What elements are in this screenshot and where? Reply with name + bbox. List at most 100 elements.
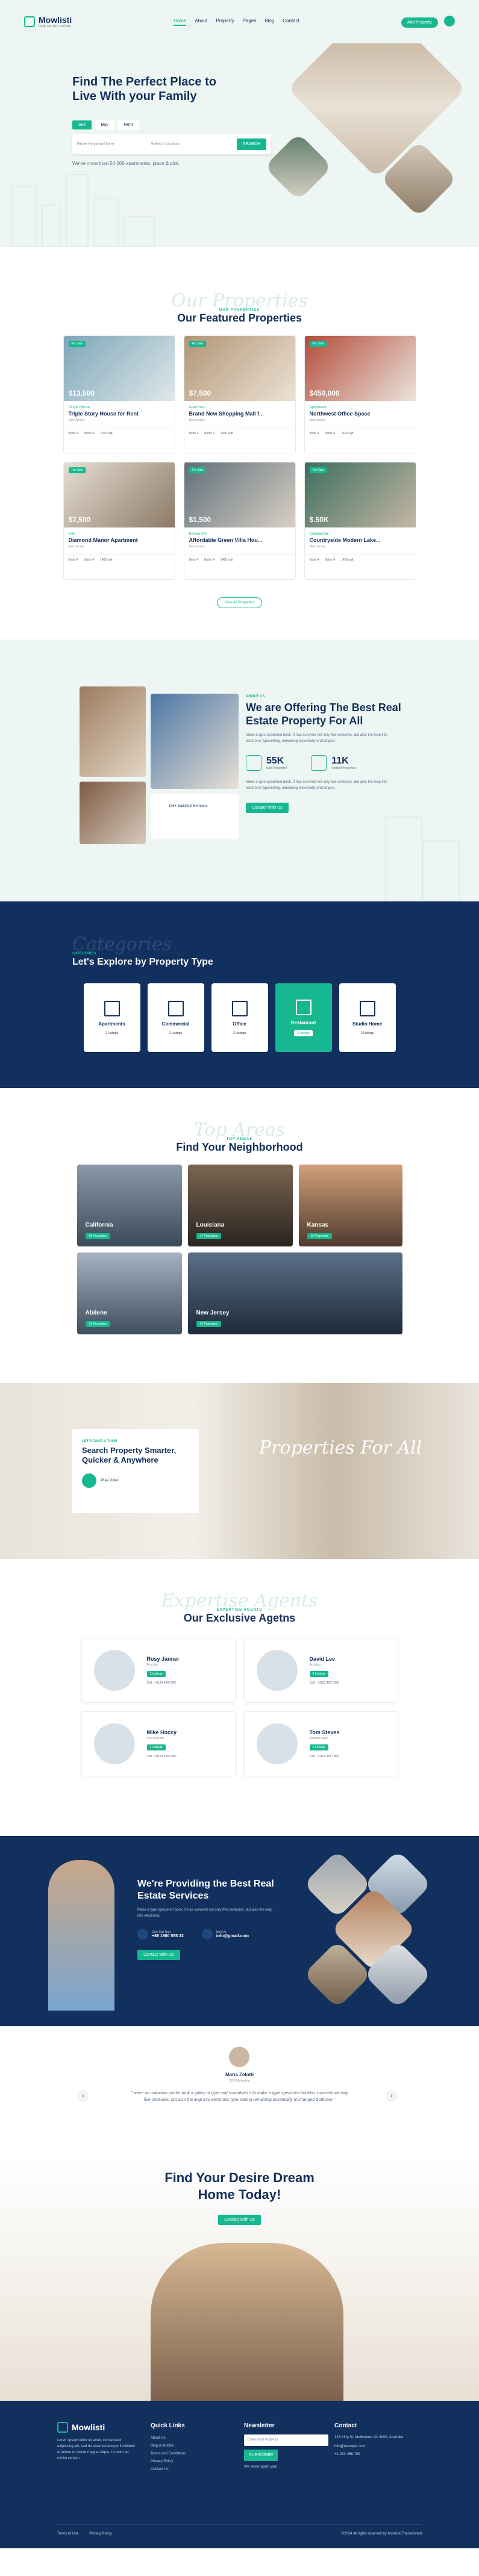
house-icon xyxy=(24,16,35,27)
copyright: ©2024 All rights reserved by Mowlisti Th… xyxy=(341,2532,422,2536)
call-value[interactable]: +88 1900 555 22 xyxy=(152,1934,184,1938)
privacy-link[interactable]: Privacy Policy xyxy=(89,2532,111,2536)
phone-icon xyxy=(137,1929,148,1940)
cta-button[interactable]: Contact With Us xyxy=(218,2215,261,2225)
type-commercial[interactable]: Commercial 2 Listings xyxy=(147,983,204,1052)
types-title: Let's Explore by Property Type xyxy=(72,957,213,967)
property-card[interactable]: For Sale $7,500 Apartment Brand New Shopp… xyxy=(183,335,296,453)
agent-role: Ceo Mowlisti xyxy=(146,1737,164,1740)
add-property-button[interactable]: Add Property xyxy=(401,17,438,28)
neighborhood-new-jersey[interactable]: New Jersey 04 Properties xyxy=(187,1252,402,1334)
video-title: Search Property Smarter, Quicker & Anywh… xyxy=(82,1446,177,1464)
restaurant-icon xyxy=(295,999,312,1015)
agent-phone[interactable]: Call : +0123 4567 890 xyxy=(310,1681,339,1685)
type-apartments[interactable]: Apartments 2 Listings xyxy=(83,983,140,1052)
location-select[interactable]: Select Location xyxy=(151,142,180,146)
studio-icon xyxy=(359,1000,375,1016)
mail-value[interactable]: info@gmail.com xyxy=(216,1934,249,1938)
property-card[interactable]: For Sale $1,500 Restaurant Affordable Gre… xyxy=(183,462,296,580)
type-count: 2 Listings xyxy=(293,1030,313,1036)
property-card[interactable]: For Sale $7,500 Villa Diamond Manor Apart… xyxy=(63,462,175,580)
agent-name: Mike Hoccy xyxy=(146,1729,177,1735)
featured-section: Our Properties OUR PROPERTIES Our Featur… xyxy=(0,247,479,639)
type-office[interactable]: Office 2 Listings xyxy=(211,983,268,1052)
user-icon[interactable] xyxy=(444,15,455,26)
footer-link[interactable]: About Us xyxy=(151,2434,186,2442)
type-studio-home[interactable]: Studio Home 2 Listings xyxy=(339,983,396,1052)
footer-link[interactable]: Blog & Articles xyxy=(151,2442,186,2450)
page: Mowlisti REAL ESTATE LISTING Home About … xyxy=(0,0,479,2548)
agent-card[interactable]: Tom Steves Market Expert 2 Listings Call : … xyxy=(243,1711,398,1776)
card-title[interactable]: Affordable Green Villa Hou... xyxy=(184,537,295,543)
logo[interactable]: Mowlisti REAL ESTATE LISTING xyxy=(24,15,72,28)
menu-home[interactable]: Home xyxy=(174,18,187,26)
subscribe-button[interactable]: SUBSCRIBE xyxy=(244,2450,278,2461)
video-script: Properties For All xyxy=(259,1437,422,1458)
agent-phone[interactable]: Call : +0123 4567 890 xyxy=(310,1755,340,1758)
search-button[interactable]: SEARCH xyxy=(236,138,266,150)
featured-title: Our Featured Properties xyxy=(177,312,302,324)
menu-about[interactable]: About xyxy=(195,18,207,26)
footer-logo[interactable]: Mowlisti xyxy=(57,2422,136,2433)
video-section: LET'S TAKE A TOUR Search Property Smarte… xyxy=(0,1383,479,1559)
tab-sell[interactable]: Sell xyxy=(72,120,92,129)
card-title[interactable]: Diamond Manor Apartment xyxy=(64,537,175,543)
neighborhood-california[interactable]: California 08 Properties xyxy=(77,1165,182,1246)
play-icon[interactable] xyxy=(82,1473,96,1488)
property-card[interactable]: For Sale $13,500 Single House Triple Stor… xyxy=(63,335,175,453)
card-title[interactable]: Triple Story House for Rent xyxy=(64,411,175,417)
card-title[interactable]: Countryside Modern Lake... xyxy=(305,537,416,543)
avatar xyxy=(256,1650,298,1691)
services-contact-button[interactable]: Contact With Us xyxy=(137,1950,180,1960)
footer-email[interactable]: info@example.com xyxy=(334,2443,419,2451)
newsletter-input[interactable]: Enter Mail Address xyxy=(244,2434,328,2446)
newsletter-title: Newsletter xyxy=(244,2422,275,2429)
agent-phone[interactable]: Call : +0123 4567 890 xyxy=(147,1755,177,1758)
property-card[interactable]: For Sale $450,000 Apartment Northwest Off… xyxy=(304,335,416,453)
neighborhood-count: 04 Properties xyxy=(196,1321,222,1327)
offer-kicker: ABOUT US xyxy=(246,695,265,698)
chevron-left-icon[interactable]: ‹ xyxy=(77,2090,89,2102)
agents-grid: Rosy Janner Founder 2 Listings Call : +0123… xyxy=(0,1638,479,1776)
card-area: 1400 sqft xyxy=(100,558,113,562)
card-area: 1400 sqft xyxy=(100,432,113,435)
menu-pages[interactable]: Pages xyxy=(243,18,257,26)
footer-phone[interactable]: +1-234-456-789 xyxy=(334,2451,419,2459)
type-count: 2 Listings xyxy=(169,1031,183,1035)
agent-card[interactable]: Rosy Janner Founder 2 Listings Call : +0123… xyxy=(81,1638,236,1703)
property-card[interactable]: For Sale $.50K Commercial Countryside Mod… xyxy=(304,462,416,580)
play-label[interactable]: Play Video xyxy=(101,1479,119,1482)
neighborhood-kansas[interactable]: Kansas 05 Properties xyxy=(298,1165,402,1246)
contact-button[interactable]: Contact With Us xyxy=(246,803,289,813)
terms-link[interactable]: Terms of Use xyxy=(57,2532,78,2536)
footer-divider xyxy=(57,2524,422,2525)
view-all-button[interactable]: View All Properties xyxy=(216,597,263,608)
footer-newsletter: Newsletter Enter Mail Address SUBSCRIBE … xyxy=(244,2422,328,2471)
footer-link[interactable]: Privacy Policy xyxy=(151,2458,186,2466)
footer-link[interactable]: Terms and Conditions xyxy=(151,2450,186,2458)
agent-card[interactable]: Mike Hoccy Ceo Mowlisti 3 Listings Call : +… xyxy=(81,1711,236,1776)
chevron-right-icon[interactable]: › xyxy=(386,2090,398,2102)
card-title[interactable]: Brand New Shopping Mall f... xyxy=(184,411,295,417)
neighborhood-abilene[interactable]: Abilene 02 Properties xyxy=(77,1252,182,1334)
property-cards: For Sale $13,500 Single House Triple Stor… xyxy=(0,335,479,580)
logo-name: Mowlisti xyxy=(39,15,72,25)
keyword-input[interactable]: Enter Keyword here xyxy=(77,142,114,146)
menu-blog[interactable]: Blog xyxy=(265,18,274,26)
hero-tabs: Sell Buy Rent xyxy=(72,120,139,129)
hero-image-small xyxy=(264,132,333,201)
cta-title: Find Your Desire Dream Home Today! xyxy=(164,2170,315,2202)
tab-buy[interactable]: Buy xyxy=(95,120,114,129)
agent-card[interactable]: David Lee Architect 4 Listings Call : +0123… xyxy=(243,1638,398,1703)
card-category: Single House xyxy=(68,406,90,409)
featured-script: Our Properties xyxy=(171,290,308,311)
menu-property[interactable]: Property xyxy=(216,18,234,26)
tab-rent[interactable]: Rent xyxy=(117,120,139,129)
footer-link[interactable]: Contact Us xyxy=(151,2466,186,2474)
agent-phone[interactable]: Call : +0123 4567 890 xyxy=(147,1681,180,1685)
card-beds: Beds 4 xyxy=(68,558,78,562)
neighborhood-louisiana[interactable]: Louisiana 07 Properties xyxy=(187,1165,293,1246)
menu-contact[interactable]: Contact xyxy=(283,18,299,26)
type-restaurant[interactable]: Restaurant 2 Listings xyxy=(275,983,332,1052)
card-title[interactable]: Northwest Office Space xyxy=(305,411,416,417)
